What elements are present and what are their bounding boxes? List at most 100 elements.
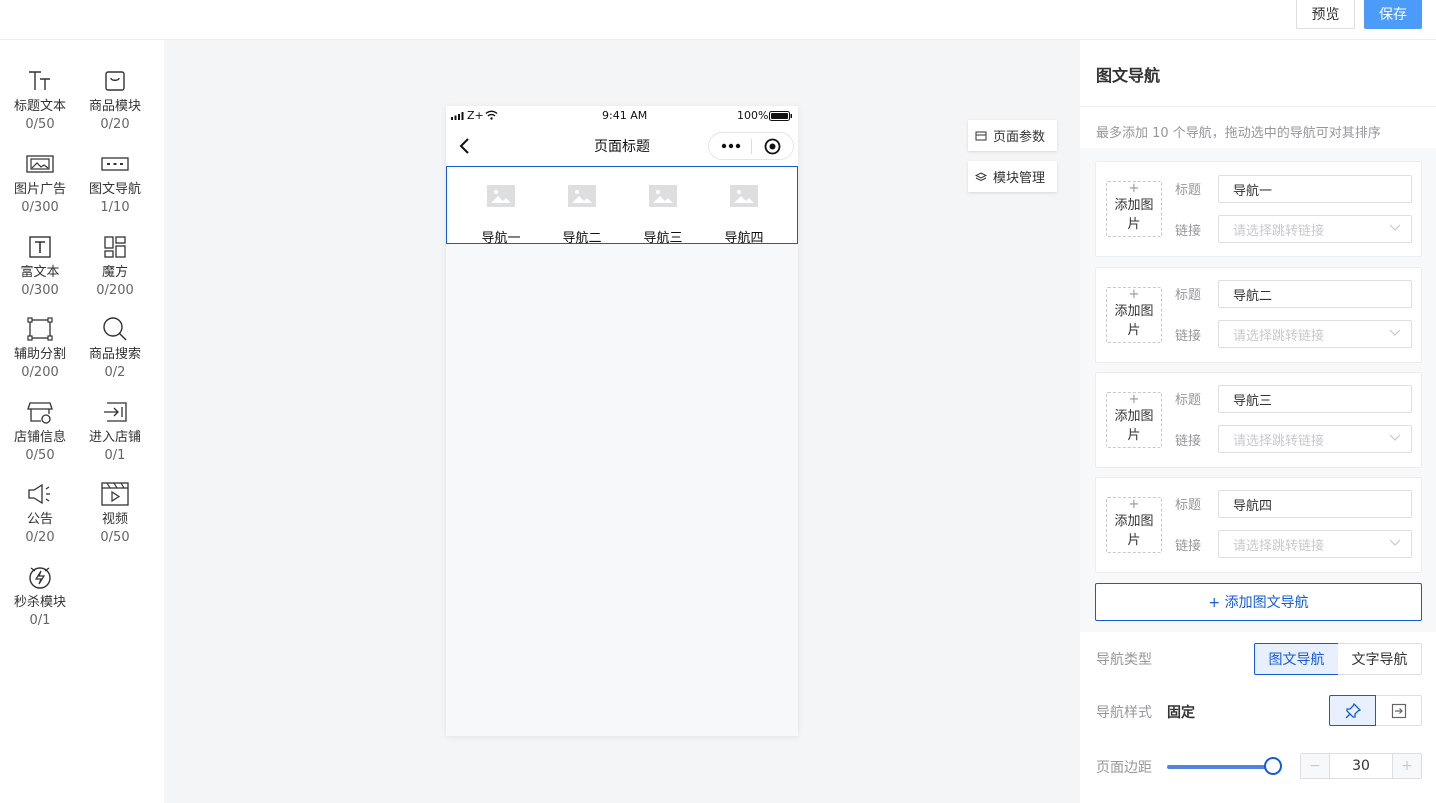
style-scroll-button[interactable]	[1376, 695, 1422, 726]
margin-slider-knob[interactable]	[1264, 757, 1282, 775]
component-divider[interactable]: 辅助分割 0/200	[2, 315, 78, 381]
component-name: 进入店铺	[88, 430, 141, 445]
component-count: 0/200	[21, 365, 59, 380]
component-image-ad[interactable]: 图片广告 0/300	[2, 150, 78, 216]
component-rich-text[interactable]: 富文本 0/300	[2, 233, 78, 299]
title-input[interactable]: 导航四	[1218, 490, 1412, 518]
margin-value-input[interactable]: 30	[1329, 754, 1393, 778]
component-enter-store[interactable]: 进入店铺 0/1	[77, 398, 153, 464]
component-video[interactable]: 视频 0/50	[77, 480, 153, 546]
component-store-info[interactable]: 店铺信息 0/50	[2, 398, 78, 464]
page-params-button[interactable]: 页面参数	[968, 120, 1057, 151]
link-label: 链接	[1175, 539, 1202, 554]
image-nav-icon	[101, 150, 129, 178]
nav-item-card[interactable]: + 添加图片 标题 导航四 链接 请选择跳转链接	[1095, 477, 1422, 573]
component-image-nav[interactable]: 图文导航 1/10	[77, 150, 153, 216]
save-button[interactable]: 保存	[1364, 0, 1422, 29]
preview-button[interactable]: 预览	[1296, 0, 1355, 29]
component-cube[interactable]: 魔方 0/200	[77, 233, 153, 299]
link-placeholder: 请选择跳转链接	[1233, 328, 1325, 344]
plus-icon: +	[1128, 181, 1140, 196]
title-input[interactable]: 导航三	[1218, 385, 1412, 413]
chevron-down-icon	[1389, 539, 1401, 546]
image-placeholder-icon	[636, 171, 690, 221]
nav-item[interactable]: 导航三	[636, 171, 690, 246]
signal-icon	[451, 112, 464, 120]
nav-item[interactable]: 导航二	[555, 171, 609, 246]
component-count: 0/50	[100, 530, 130, 545]
nav-item-card[interactable]: + 添加图片 标题 导航二 链接 请选择跳转链接	[1095, 267, 1422, 363]
module-manage-label: 模块管理	[993, 171, 1046, 186]
link-select[interactable]: 请选择跳转链接	[1218, 425, 1412, 453]
component-search[interactable]: 商品搜索 0/2	[77, 315, 153, 381]
add-image-nav-button[interactable]: + 添加图文导航	[1095, 583, 1422, 621]
panel-title: 图文导航	[1096, 66, 1161, 85]
nav-type-label: 导航类型	[1096, 652, 1152, 668]
announcement-icon	[26, 480, 54, 508]
battery-icon	[769, 111, 792, 121]
nav-item[interactable]: 导航一	[474, 171, 528, 246]
title-input[interactable]: 导航一	[1218, 175, 1412, 203]
stepper-minus-button[interactable]: −	[1301, 754, 1329, 778]
component-name: 魔方	[101, 265, 128, 280]
add-image-button[interactable]: + 添加图片	[1106, 497, 1162, 553]
nav-type-image-text[interactable]: 图文导航	[1254, 643, 1339, 675]
component-goods[interactable]: 商品模块 0/20	[77, 67, 153, 133]
wifi-icon	[485, 110, 498, 120]
link-select[interactable]: 请选择跳转链接	[1218, 320, 1412, 348]
image-placeholder-icon	[555, 171, 609, 221]
more-icon[interactable]	[721, 143, 741, 149]
add-image-label: 添加图片	[1114, 514, 1154, 548]
component-announcement[interactable]: 公告 0/20	[2, 480, 78, 546]
shopping-bag-icon	[101, 67, 129, 95]
chevron-down-icon	[1389, 224, 1401, 231]
component-title-text[interactable]: 标题文本 0/50	[2, 67, 78, 133]
add-image-label: 添加图片	[1114, 409, 1154, 443]
component-count: 0/300	[21, 283, 59, 298]
image-nav-block[interactable]: 导航一 导航二 导航三 导航四	[446, 166, 798, 246]
add-image-button[interactable]: + 添加图片	[1106, 287, 1162, 343]
nav-item-label: 导航四	[724, 231, 764, 246]
style-fixed-button[interactable]	[1329, 695, 1376, 726]
link-label: 链接	[1175, 329, 1202, 344]
link-select[interactable]: 请选择跳转链接	[1218, 530, 1412, 558]
divider-icon	[26, 315, 54, 343]
scroll-icon	[1391, 703, 1406, 718]
link-select[interactable]: 请选择跳转链接	[1218, 215, 1412, 243]
title-text-icon	[26, 67, 54, 95]
margin-slider-track[interactable]	[1167, 765, 1272, 769]
component-count: 0/2	[104, 365, 126, 380]
flash-sale-icon	[26, 563, 54, 591]
title-label: 标题	[1175, 288, 1202, 303]
component-count: 0/1	[29, 613, 51, 628]
title-input[interactable]: 导航二	[1218, 280, 1412, 308]
nav-item[interactable]: 导航四	[717, 171, 771, 246]
nav-item-list: + 添加图片 标题 导航一 链接 请选择跳转链接 + 添加图片 标题 导航二 链…	[1080, 148, 1436, 632]
page-margin-label: 页面边距	[1096, 760, 1152, 776]
component-name: 店铺信息	[13, 430, 66, 445]
component-name: 标题文本	[13, 99, 66, 114]
stepper-plus-button[interactable]: +	[1393, 754, 1421, 778]
link-label: 链接	[1175, 434, 1202, 449]
layers-icon	[975, 171, 987, 181]
add-image-button[interactable]: + 添加图片	[1106, 181, 1162, 237]
add-image-button[interactable]: + 添加图片	[1106, 392, 1162, 448]
settings-panel: 图文导航 最多添加 10 个导航，拖动选中的导航可对其排序 + 添加图片 标题 …	[1080, 40, 1436, 803]
component-count: 0/200	[96, 283, 134, 298]
nav-item-card[interactable]: + 添加图片 标题 导航三 链接 请选择跳转链接	[1095, 372, 1422, 468]
title-label: 标题	[1175, 183, 1202, 198]
module-manage-button[interactable]: 模块管理	[968, 161, 1057, 192]
top-bar: 预览 保存	[0, 0, 1436, 40]
chevron-down-icon	[1389, 434, 1401, 441]
cube-icon	[101, 233, 129, 261]
component-name: 商品模块	[88, 99, 141, 114]
nav-item-card[interactable]: + 添加图片 标题 导航一 链接 请选择跳转链接	[1095, 161, 1422, 257]
nav-type-text-only[interactable]: 文字导航	[1338, 643, 1422, 675]
enter-store-icon	[101, 398, 129, 426]
close-capsule-icon[interactable]	[764, 138, 781, 155]
image-placeholder-icon	[717, 171, 771, 221]
component-flash-sale[interactable]: 秒杀模块 0/1	[2, 563, 78, 629]
title-label: 标题	[1175, 498, 1202, 513]
plus-icon: +	[1128, 392, 1140, 407]
component-name: 辅助分割	[13, 347, 66, 362]
